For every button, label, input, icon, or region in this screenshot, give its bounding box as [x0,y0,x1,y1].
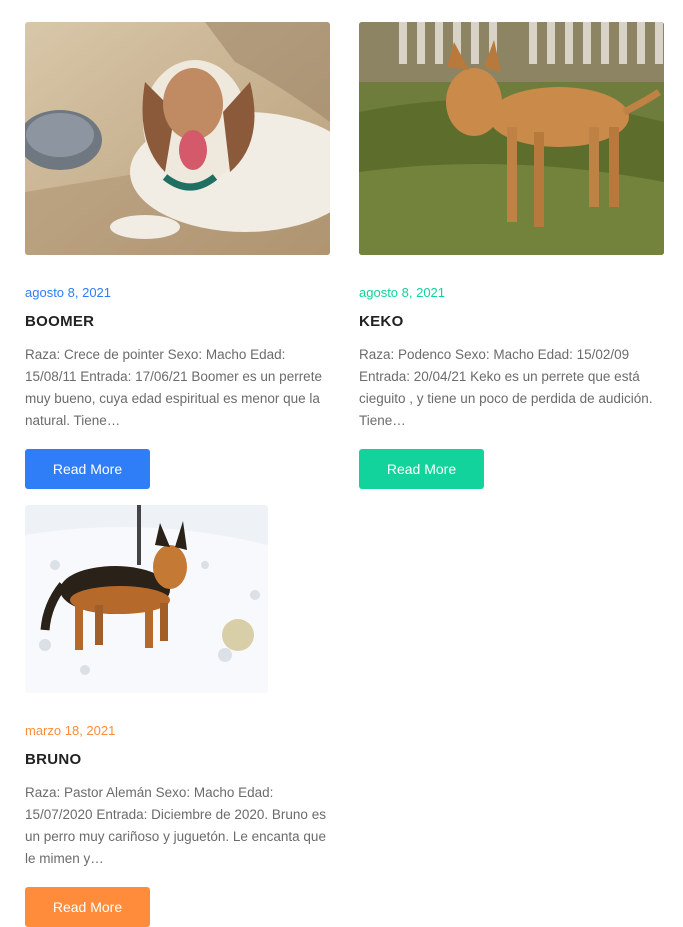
post-date: agosto 8, 2021 [359,285,446,300]
post-image-bruno[interactable] [25,505,268,693]
post-card-keko: agosto 8, 2021 KEKO Raza: Podenco Sexo: … [359,22,664,489]
post-title[interactable]: KEKO [359,313,664,330]
post-title[interactable]: BRUNO [25,751,330,768]
read-more-button[interactable]: Read More [25,887,150,927]
post-title[interactable]: BOOMER [25,313,330,330]
post-date: marzo 18, 2021 [25,723,116,738]
post-date: agosto 8, 2021 [25,285,112,300]
post-excerpt: Raza: Crece de pointer Sexo: Macho Edad:… [25,347,322,428]
post-excerpt: Raza: Pastor Alemán Sexo: Macho Edad: 15… [25,785,326,866]
post-excerpt: Raza: Podenco Sexo: Macho Edad: 15/02/09… [359,347,653,428]
read-more-button[interactable]: Read More [359,449,484,489]
post-image-boomer[interactable] [25,22,330,255]
post-image-keko[interactable] [359,22,664,255]
post-card-boomer: agosto 8, 2021 BOOMER Raza: Crece de poi… [25,22,330,489]
read-more-button[interactable]: Read More [25,449,150,489]
post-card-bruno: marzo 18, 2021 BRUNO Raza: Pastor Alemán… [25,505,330,927]
